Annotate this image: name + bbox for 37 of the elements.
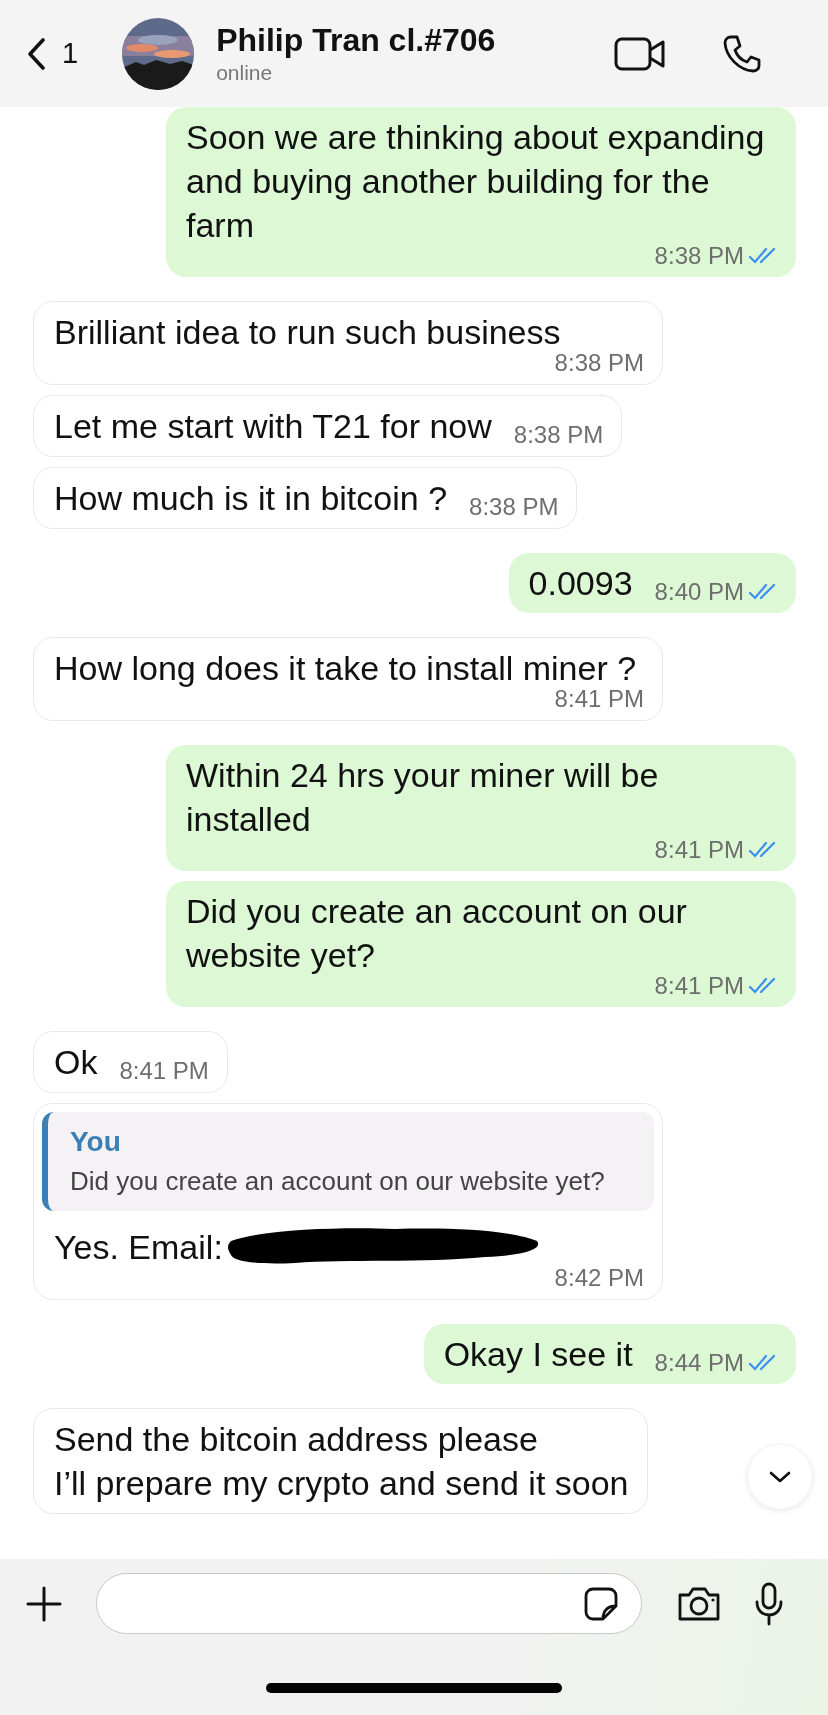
message-time: 8:40 PM: [654, 578, 744, 606]
contact-status: online: [216, 61, 274, 85]
microphone-icon[interactable]: [754, 1581, 784, 1626]
message-text: Let me start with T21 for now: [54, 406, 492, 447]
quote-text: Did you create an account on our website yet?: [70, 1166, 606, 1197]
message-text: 0.0093: [528, 563, 633, 604]
chevron-down-icon: [768, 1470, 792, 1484]
message-bubble[interactable]: Let me start with T21 for now 8:38 PM: [33, 395, 623, 457]
message-bubble[interactable]: Send the bitcoin address please I’ll prepare my crypto and send it soon: [33, 1408, 648, 1514]
message-bubble[interactable]: Ok 8:41 PM: [33, 1031, 228, 1093]
quoted-message[interactable]: You Did you create an account on our website yet?: [42, 1112, 654, 1211]
message-time: 8:41 PM: [119, 1057, 209, 1085]
message-time: 8:42 PM: [554, 1264, 644, 1292]
message-text: Yes. Email:: [54, 1227, 223, 1268]
sticker-icon[interactable]: [583, 1585, 619, 1622]
message-text: Send the bitcoin address please I’ll prepare my crypto and send it soon: [54, 1419, 629, 1504]
message-bubble[interactable]: Did you create an account on our website yet? 8:41 PM: [166, 881, 796, 1007]
video-call-icon[interactable]: [614, 35, 666, 72]
message-text: Ok: [54, 1042, 98, 1083]
message-bubble[interactable]: Within 24 hrs your miner will be installed 8:41 PM: [166, 745, 796, 871]
message-bubble[interactable]: 0.0093 8:40 PM: [508, 553, 796, 613]
message-bubble[interactable]: You Did you create an account on our website yet? Yes. Email: 8:42 PM: [33, 1103, 663, 1300]
back-button[interactable]: 1: [26, 36, 79, 71]
message-time: 8:44 PM: [654, 1349, 744, 1377]
message-bubble[interactable]: How long does it take to install miner ? 8:41 PM: [33, 637, 663, 721]
message-bubble[interactable]: Soon we are thinking about expanding and buying another building for the farm 8:38 PM: [166, 107, 796, 277]
message-time: 8:38 PM: [513, 421, 604, 449]
message-time: 8:38 PM: [469, 493, 559, 521]
message-bubble[interactable]: Okay I see it 8:44 PM: [423, 1324, 796, 1384]
quote-author: You: [70, 1126, 122, 1158]
contact-name[interactable]: Philip Tran cl.#706: [216, 22, 614, 59]
back-chevron-icon: [26, 36, 46, 71]
message-text: Okay I see it: [443, 1334, 633, 1375]
message-bubble[interactable]: Brilliant idea to run such business 8:38 PM: [33, 301, 663, 385]
message-bubble[interactable]: How much is it in bitcoin ? 8:38 PM: [33, 467, 578, 529]
message-text: How much is it in bitcoin ?: [54, 478, 448, 519]
phone-icon[interactable]: [722, 33, 762, 74]
